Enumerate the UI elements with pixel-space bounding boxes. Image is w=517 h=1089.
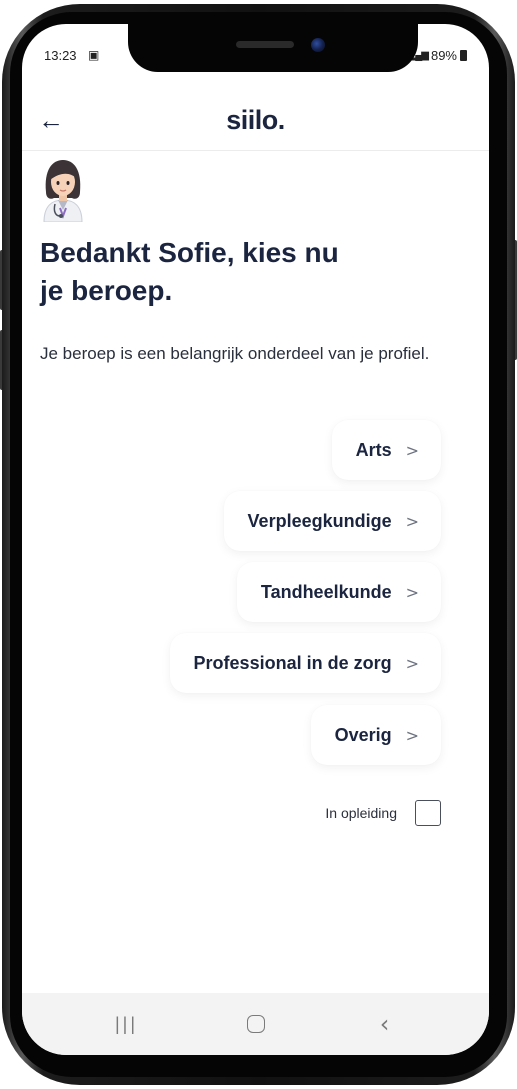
option-label: Professional in de zorg [193,652,392,673]
screen: 13:23 ▣ ▂▄▆ 89% ← siilo. Bedankt Sofie, … [22,24,489,1055]
back-icon[interactable]: ‹ [365,1004,405,1044]
option-label: Overig [334,724,392,745]
chevron-right-icon: > [405,511,419,531]
system-nav-bar: ||| ‹ [22,993,489,1055]
option-arts[interactable]: Arts > [331,420,441,480]
status-right: ▂▄▆ 89% [409,48,467,63]
option-professional-in-de-zorg[interactable]: Professional in de zorg > [169,633,441,693]
home-icon [246,1015,265,1033]
recent-apps-icon[interactable]: ||| [107,1004,147,1044]
training-row: In opleiding [325,800,441,826]
app-logo: siilo. [226,105,285,135]
chevron-right-icon: > [405,653,419,673]
home-button[interactable] [236,1004,276,1044]
front-camera [311,38,325,52]
option-verpleegkundige[interactable]: Verpleegkundige > [223,491,441,551]
chevron-right-icon: > [405,440,419,460]
gallery-notification-icon: ▣ [88,48,100,62]
status-time: 13:23 [44,48,77,63]
app-header: ← siilo. [22,99,489,151]
device-frame: 13:23 ▣ ▂▄▆ 89% ← siilo. Bedankt Sofie, … [0,0,517,1089]
woman-health-worker-icon [43,160,83,222]
speaker-grille [236,41,294,48]
page-subtitle: Je beroep is een belangrijk onderdeel va… [40,344,430,363]
battery-percentage: 89% [430,48,457,63]
notch [128,24,418,72]
phone-body: 13:23 ▣ ▂▄▆ 89% ← siilo. Bedankt Sofie, … [2,4,515,1085]
option-overig[interactable]: Overig > [310,705,441,765]
chevron-right-icon: > [405,725,419,745]
page-title: Bedankt Sofie, kies nu je beroep. [40,234,460,310]
page-title-line-1: Bedankt Sofie, kies nu [40,237,339,268]
battery-icon [460,50,467,61]
option-label: Verpleegkundige [247,510,392,531]
training-label: In opleiding [325,805,397,821]
page-title-line-2: je beroep. [40,275,173,306]
option-tandheelkunde[interactable]: Tandheelkunde > [236,562,441,622]
training-checkbox[interactable] [415,800,441,826]
option-label: Arts [355,439,392,460]
chevron-right-icon: > [405,582,419,602]
option-label: Tandheelkunde [260,581,392,602]
